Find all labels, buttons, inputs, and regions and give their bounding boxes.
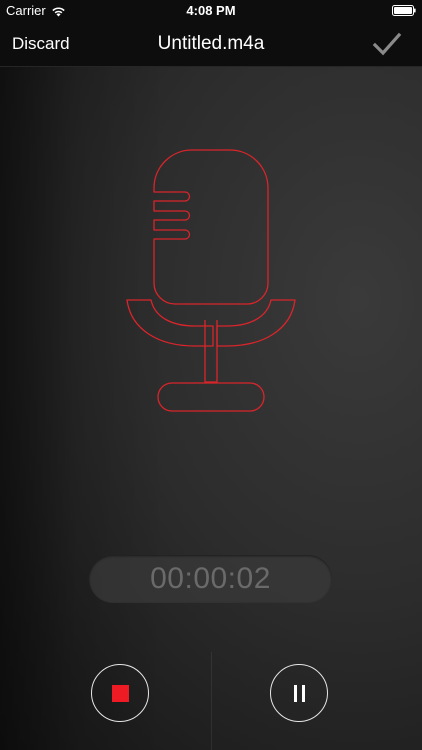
recorder-screen: Carrier 4:08 PM Discard Untitled.m4a 00:… [0,0,422,750]
status-time: 4:08 PM [186,3,236,18]
pause-icon [293,684,305,702]
pause-button[interactable] [270,664,328,722]
timer-display: 00:00:02 [89,555,332,603]
controls-divider [211,652,212,750]
status-bar: Carrier 4:08 PM [0,0,422,22]
stop-button[interactable] [91,664,149,722]
elapsed-time: 00:00:02 [150,562,271,595]
recording-title: Untitled.m4a [157,33,265,54]
battery-icon [392,5,416,16]
checkmark-icon[interactable] [372,30,402,58]
nav-bar: Discard Untitled.m4a [0,22,422,67]
microphone-icon [126,149,296,412]
stop-icon [111,684,129,702]
